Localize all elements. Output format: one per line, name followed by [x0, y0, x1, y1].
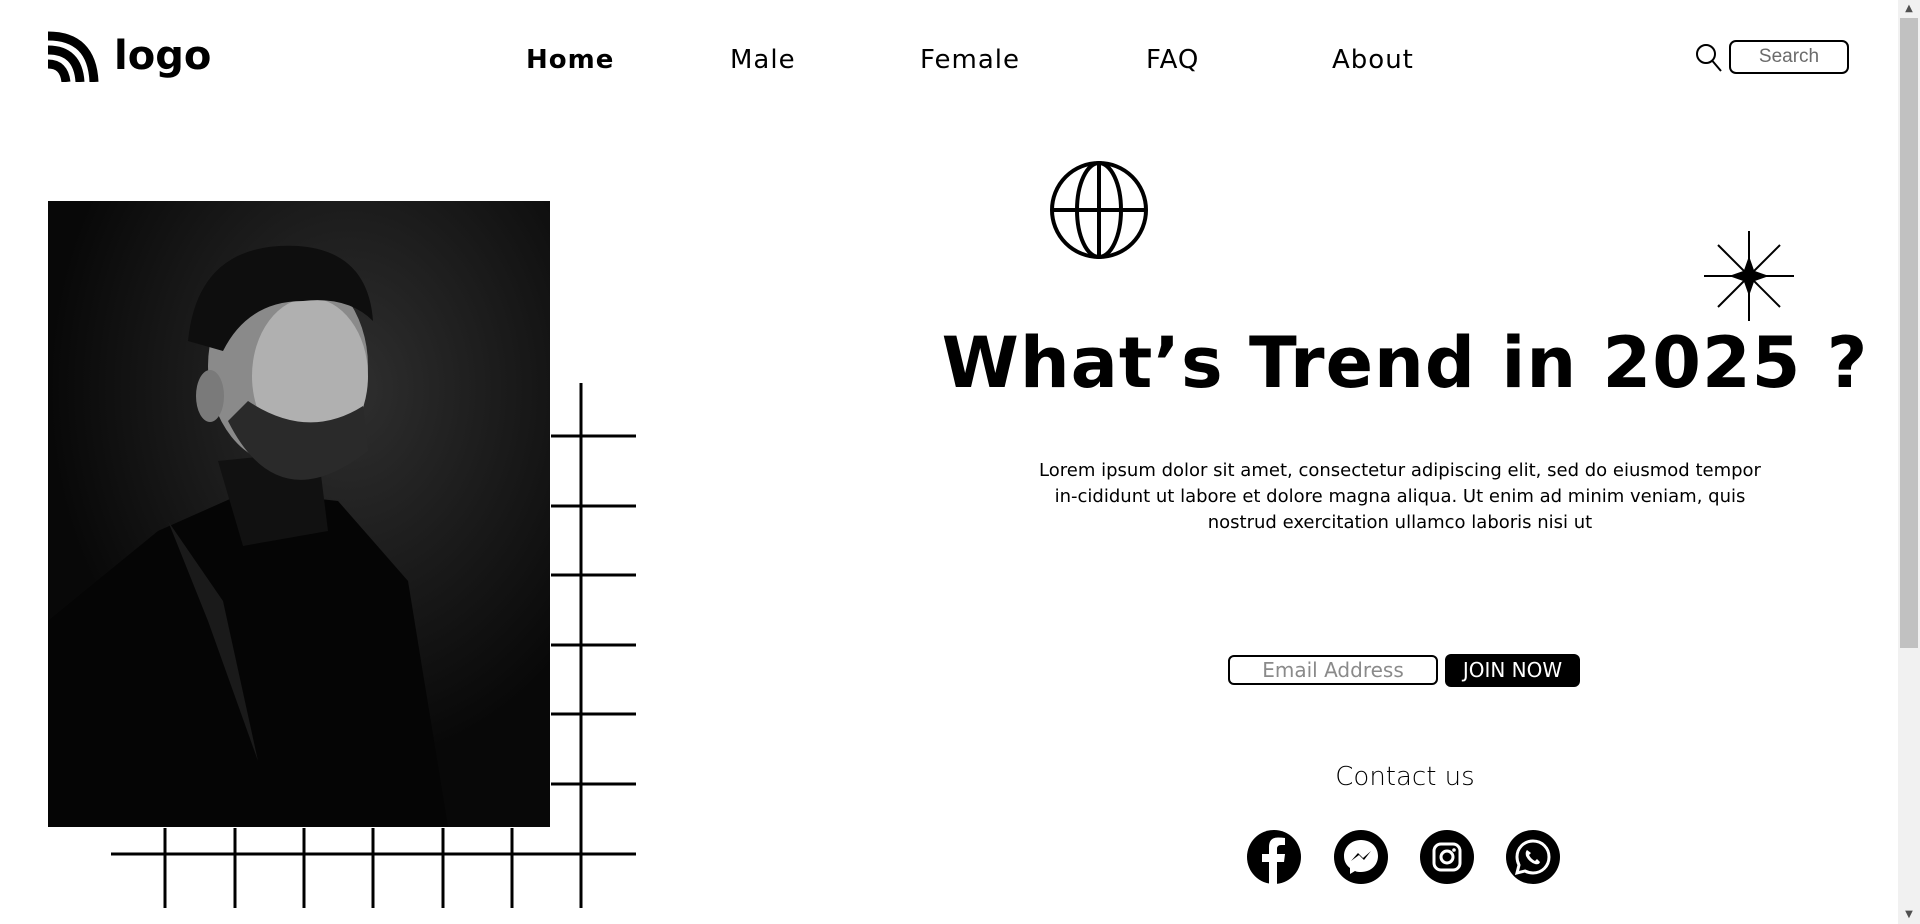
contact-title: Contact us: [1335, 762, 1475, 792]
join-now-button[interactable]: JOIN NOW: [1445, 654, 1580, 687]
globe-icon: [1048, 159, 1150, 265]
whatsapp-icon[interactable]: [1506, 830, 1560, 884]
search-input[interactable]: Search: [1729, 40, 1849, 74]
scrollbar-thumb[interactable]: [1900, 18, 1918, 648]
sparkle-icon: [1704, 231, 1794, 325]
hero-headline: What’s Trend in 2025 ?: [941, 322, 1869, 404]
nav-male[interactable]: Male: [730, 40, 796, 80]
hero-paragraph: Lorem ipsum dolor sit amet, consectetur …: [1039, 460, 1761, 533]
nav-female[interactable]: Female: [920, 40, 1020, 80]
scroll-up-arrow-icon[interactable]: ▲: [1898, 0, 1920, 18]
email-input[interactable]: Email Address: [1228, 655, 1438, 685]
decorative-grid: [111, 383, 636, 908]
facebook-icon[interactable]: [1247, 830, 1301, 884]
instagram-icon[interactable]: [1420, 830, 1474, 884]
search-icon[interactable]: [1695, 43, 1723, 77]
nav-faq[interactable]: FAQ: [1146, 40, 1199, 80]
nav-about[interactable]: About: [1332, 40, 1414, 80]
messenger-icon[interactable]: [1334, 830, 1388, 884]
scroll-down-arrow-icon[interactable]: ▼: [1898, 906, 1920, 924]
